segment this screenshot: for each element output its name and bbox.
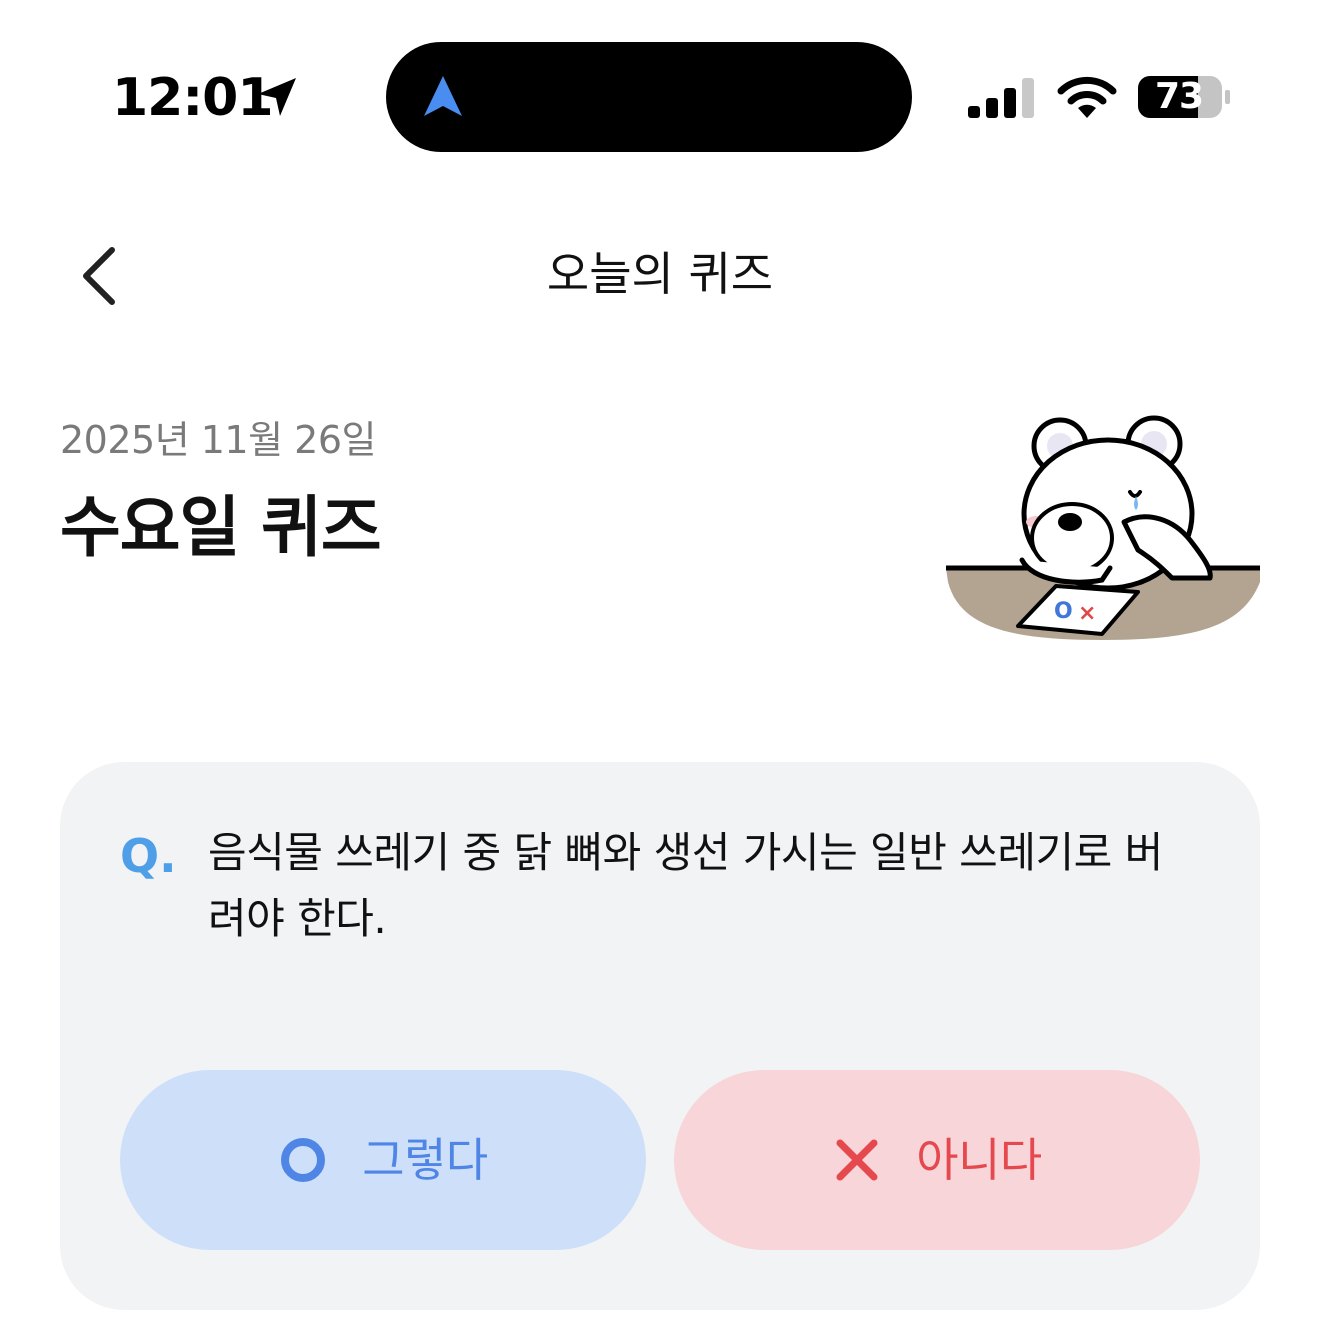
quiz-date: 2025년 11월 26일 — [60, 418, 376, 462]
answer-yes-button[interactable]: 그렇다 — [120, 1070, 646, 1250]
chevron-left-icon — [83, 247, 115, 305]
question-text: 음식물 쓰레기 중 닭 뼈와 생선 가시는 일반 쓰레기로 버려야 한다. — [208, 828, 1163, 943]
answer-no-button[interactable]: 아니다 — [674, 1070, 1200, 1250]
signal-icon — [968, 78, 1034, 118]
quiz-day-title: 수요일 퀴즈 — [60, 489, 382, 566]
battery-level: 73 — [1154, 76, 1204, 117]
wifi-icon — [1057, 76, 1117, 118]
navigation-icon — [424, 76, 462, 116]
page-title: 오늘의 퀴즈 — [546, 247, 774, 301]
svg-text:O: O — [1054, 599, 1073, 624]
back-button[interactable] — [60, 230, 144, 322]
status-time: 12:01 — [112, 68, 274, 128]
location-arrow-icon — [258, 78, 296, 116]
x-mark-icon — [836, 1139, 878, 1181]
answer-no-label: 아니다 — [916, 1133, 1042, 1187]
answer-yes-label: 그렇다 — [362, 1133, 488, 1187]
question-prefix: Q. — [120, 829, 177, 883]
bear-mascot-illustration: O × — [946, 415, 1260, 640]
circle-o-icon — [281, 1138, 326, 1182]
svg-text:×: × — [1078, 601, 1096, 626]
